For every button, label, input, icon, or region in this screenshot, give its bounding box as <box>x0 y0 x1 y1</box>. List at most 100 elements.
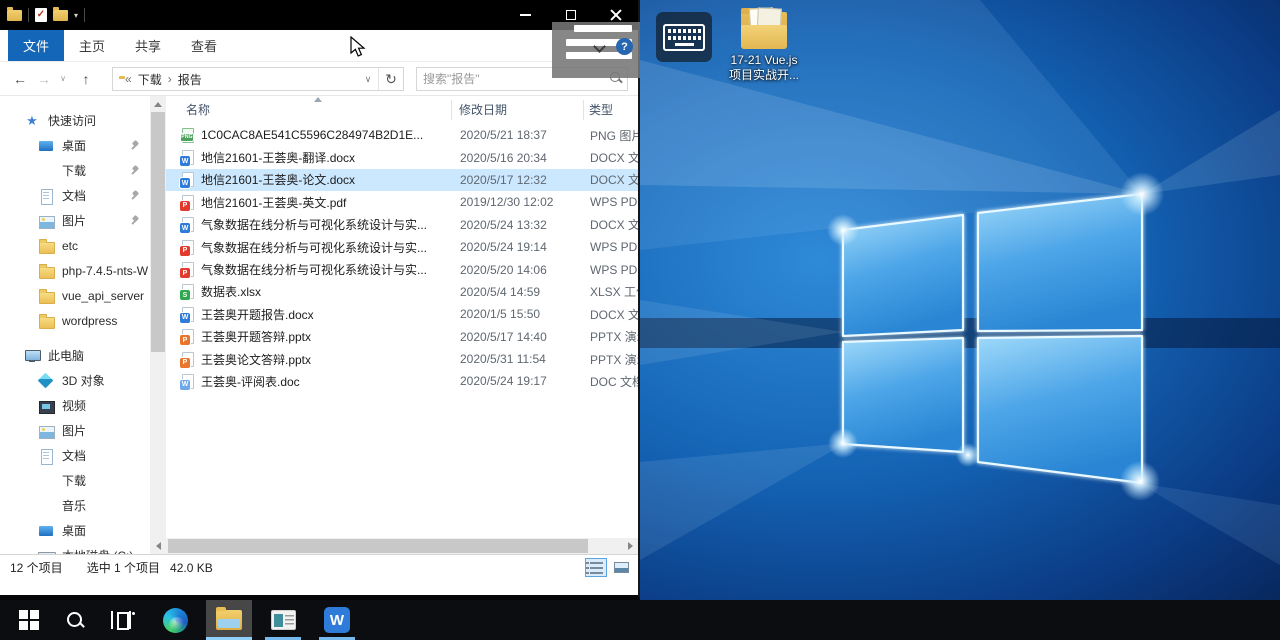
recent-locations-chevron-icon[interactable]: ∨ <box>56 74 70 83</box>
breadcrumb-separator: › <box>162 72 178 86</box>
file-row[interactable]: W 气象数据在线分析与可视化系统设计与实... 2020/5/24 13:32 … <box>166 214 638 236</box>
sidebar-item-label: 本地磁盘 (C:) <box>62 547 150 554</box>
up-button[interactable]: ↑ <box>74 71 98 87</box>
this-pc-items: 3D 对象 视频 图片 <box>0 368 150 554</box>
details-view-button[interactable] <box>585 558 607 577</box>
sidebar-item[interactable]: 文档 <box>0 443 150 468</box>
sidebar-item[interactable]: 下载 <box>0 468 150 493</box>
sidebar-item[interactable]: php-7.4.5-nts-W <box>0 258 150 283</box>
minimize-icon <box>520 14 531 16</box>
file-type-icon: W <box>182 307 194 322</box>
forward-button[interactable]: → <box>32 71 56 87</box>
ribbon-tab[interactable]: 主页 <box>64 30 120 61</box>
taskbar-search-button[interactable] <box>52 600 98 640</box>
sidebar-header-label: 此电脑 <box>48 347 150 364</box>
file-row[interactable]: P 地信21601-王荟奥-英文.pdf 2019/12/30 12:02 WP… <box>166 191 638 213</box>
ribbon-tab[interactable]: 共享 <box>120 30 176 61</box>
help-icon[interactable]: ? <box>616 38 633 55</box>
sidebar-scrollbar[interactable] <box>150 96 166 554</box>
ribbon-tab[interactable]: 查看 <box>176 30 232 61</box>
file-row[interactable]: P 气象数据在线分析与可视化系统设计与实... 2020/5/24 19:14 … <box>166 236 638 258</box>
sidebar-item[interactable]: 视频 <box>0 393 150 418</box>
address-bar[interactable]: « 下载 › 报告 ∨ ↻ <box>112 67 404 91</box>
sidebar-item[interactable]: 图片 <box>0 418 150 443</box>
sidebar-item[interactable]: vue_api_server <box>0 283 150 308</box>
ribbon-tab[interactable]: 文件 <box>8 30 64 61</box>
file-row[interactable]: P 气象数据在线分析与可视化系统设计与实... 2020/5/20 14:06 … <box>166 258 638 280</box>
sidebar-item[interactable]: 桌面 <box>0 518 150 543</box>
sidebar-item[interactable]: 本地磁盘 (C:) <box>0 543 150 554</box>
column-divider[interactable] <box>451 100 452 120</box>
task-view-button[interactable] <box>98 600 144 640</box>
back-button[interactable]: ← <box>8 71 32 87</box>
file-row[interactable]: W 王荟奥开题报告.docx 2020/1/5 15:50 DOCX 文档 <box>166 303 638 325</box>
quick-access-items: 桌面 下载 文档 <box>0 133 150 333</box>
properties-icon[interactable]: ✓ <box>35 8 47 22</box>
titlebar[interactable]: ✓ ▾ <box>0 0 638 30</box>
file-type: XLSX 工作表 <box>581 283 638 300</box>
file-name: 1C0CAC8AE541C5596C284974B2D1E... <box>194 128 451 142</box>
sidebar-item-icon <box>38 449 54 463</box>
selection-size: 42.0 KB <box>160 561 213 575</box>
scroll-up-icon[interactable] <box>150 96 166 112</box>
column-header-name[interactable]: 名称 <box>166 101 451 118</box>
scrollbar-thumb[interactable] <box>151 112 165 352</box>
sidebar-item[interactable]: wordpress <box>0 308 150 333</box>
new-folder-icon[interactable] <box>53 10 68 21</box>
taskbar-explorer-button[interactable] <box>206 600 252 640</box>
column-header-type[interactable]: 类型 <box>581 101 638 118</box>
taskbar-edge-button[interactable] <box>152 600 198 640</box>
sidebar-header-quick-access[interactable]: ★ 快速访问 <box>0 108 150 133</box>
sidebar-item[interactable]: etc <box>0 233 150 258</box>
scroll-left-icon[interactable] <box>150 538 166 554</box>
sidebar-item[interactable]: 下载 <box>0 158 150 183</box>
file-row[interactable]: W 王荟奥-评阅表.doc 2020/5/24 19:17 DOC 文档 <box>166 370 638 392</box>
scroll-right-icon[interactable] <box>622 538 638 554</box>
column-divider[interactable] <box>583 100 584 120</box>
thumbnails-view-button[interactable] <box>610 558 632 577</box>
column-header-date[interactable]: 修改日期 <box>451 101 581 118</box>
sidebar-item[interactable]: 3D 对象 <box>0 368 150 393</box>
file-row[interactable]: S 数据表.xlsx 2020/5/4 14:59 XLSX 工作表 <box>166 281 638 303</box>
file-row[interactable]: W 地信21601-王荟奥-论文.docx 2020/5/17 12:32 DO… <box>166 169 638 191</box>
pin-icon <box>131 216 140 225</box>
file-explorer-window: ✓ ▾ 文件 主页 共享 查看 <box>0 0 640 600</box>
screen: 17-21 Vue.js 项目实战开... ✓ ▾ 文件 <box>0 0 1280 640</box>
search-icon <box>65 610 85 630</box>
file-date: 2020/5/16 20:34 <box>451 151 581 165</box>
sidebar-item-icon <box>38 239 54 253</box>
horizontal-scrollbar[interactable] <box>150 538 638 554</box>
file-name: 气象数据在线分析与可视化系统设计与实... <box>194 216 451 233</box>
keyboard-icon <box>663 24 705 51</box>
start-button[interactable] <box>6 600 52 640</box>
sidebar-item-icon <box>38 289 54 303</box>
breadcrumb-crumb-downloads[interactable]: 下载 <box>138 71 162 88</box>
sidebar-item[interactable]: 图片 <box>0 208 150 233</box>
breadcrumb-overflow-icon[interactable]: « <box>125 72 138 86</box>
file-row[interactable]: P 王荟奥论文答辩.pptx 2020/5/31 11:54 PPTX 演示文稿 <box>166 348 638 370</box>
touch-keyboard-overlay-icon[interactable] <box>656 12 712 62</box>
sidebar-item[interactable]: 音乐 <box>0 493 150 518</box>
address-dropdown-chevron-icon[interactable]: ∨ <box>358 74 378 85</box>
star-icon: ★ <box>24 114 40 128</box>
sidebar-item[interactable]: 文档 <box>0 183 150 208</box>
file-type-icon: S <box>182 284 194 299</box>
sidebar-header-this-pc[interactable]: 此电脑 <box>0 343 150 368</box>
file-name: 王荟奥论文答辩.pptx <box>194 351 451 368</box>
breadcrumb-crumb-report[interactable]: 报告 <box>178 71 202 88</box>
file-date: 2020/5/24 19:14 <box>451 240 581 254</box>
file-row[interactable]: W 地信21601-王荟奥-翻译.docx 2020/5/16 20:34 DO… <box>166 146 638 168</box>
sidebar-item[interactable]: 桌面 <box>0 133 150 158</box>
explorer-body: ★ 快速访问 桌面 下载 <box>0 96 638 554</box>
customize-qat-chevron-icon[interactable]: ▾ <box>74 11 78 20</box>
taskbar-wps-button[interactable]: W <box>314 600 360 640</box>
minimize-button[interactable] <box>503 0 548 30</box>
file-type-icon: W <box>182 217 194 232</box>
scrollbar-thumb[interactable] <box>168 539 588 553</box>
desktop-icon-vue-folder[interactable]: 17-21 Vue.js 项目实战开... <box>712 6 816 83</box>
refresh-button[interactable]: ↻ <box>379 71 403 88</box>
file-type: PNG 图片 <box>581 127 638 144</box>
taskbar-app-button[interactable] <box>260 600 306 640</box>
file-row[interactable]: PNG 1C0CAC8AE541C5596C284974B2D1E... 202… <box>166 124 638 146</box>
file-row[interactable]: P 王荟奥开题答辩.pptx 2020/5/17 14:40 PPTX 演示文稿 <box>166 326 638 348</box>
